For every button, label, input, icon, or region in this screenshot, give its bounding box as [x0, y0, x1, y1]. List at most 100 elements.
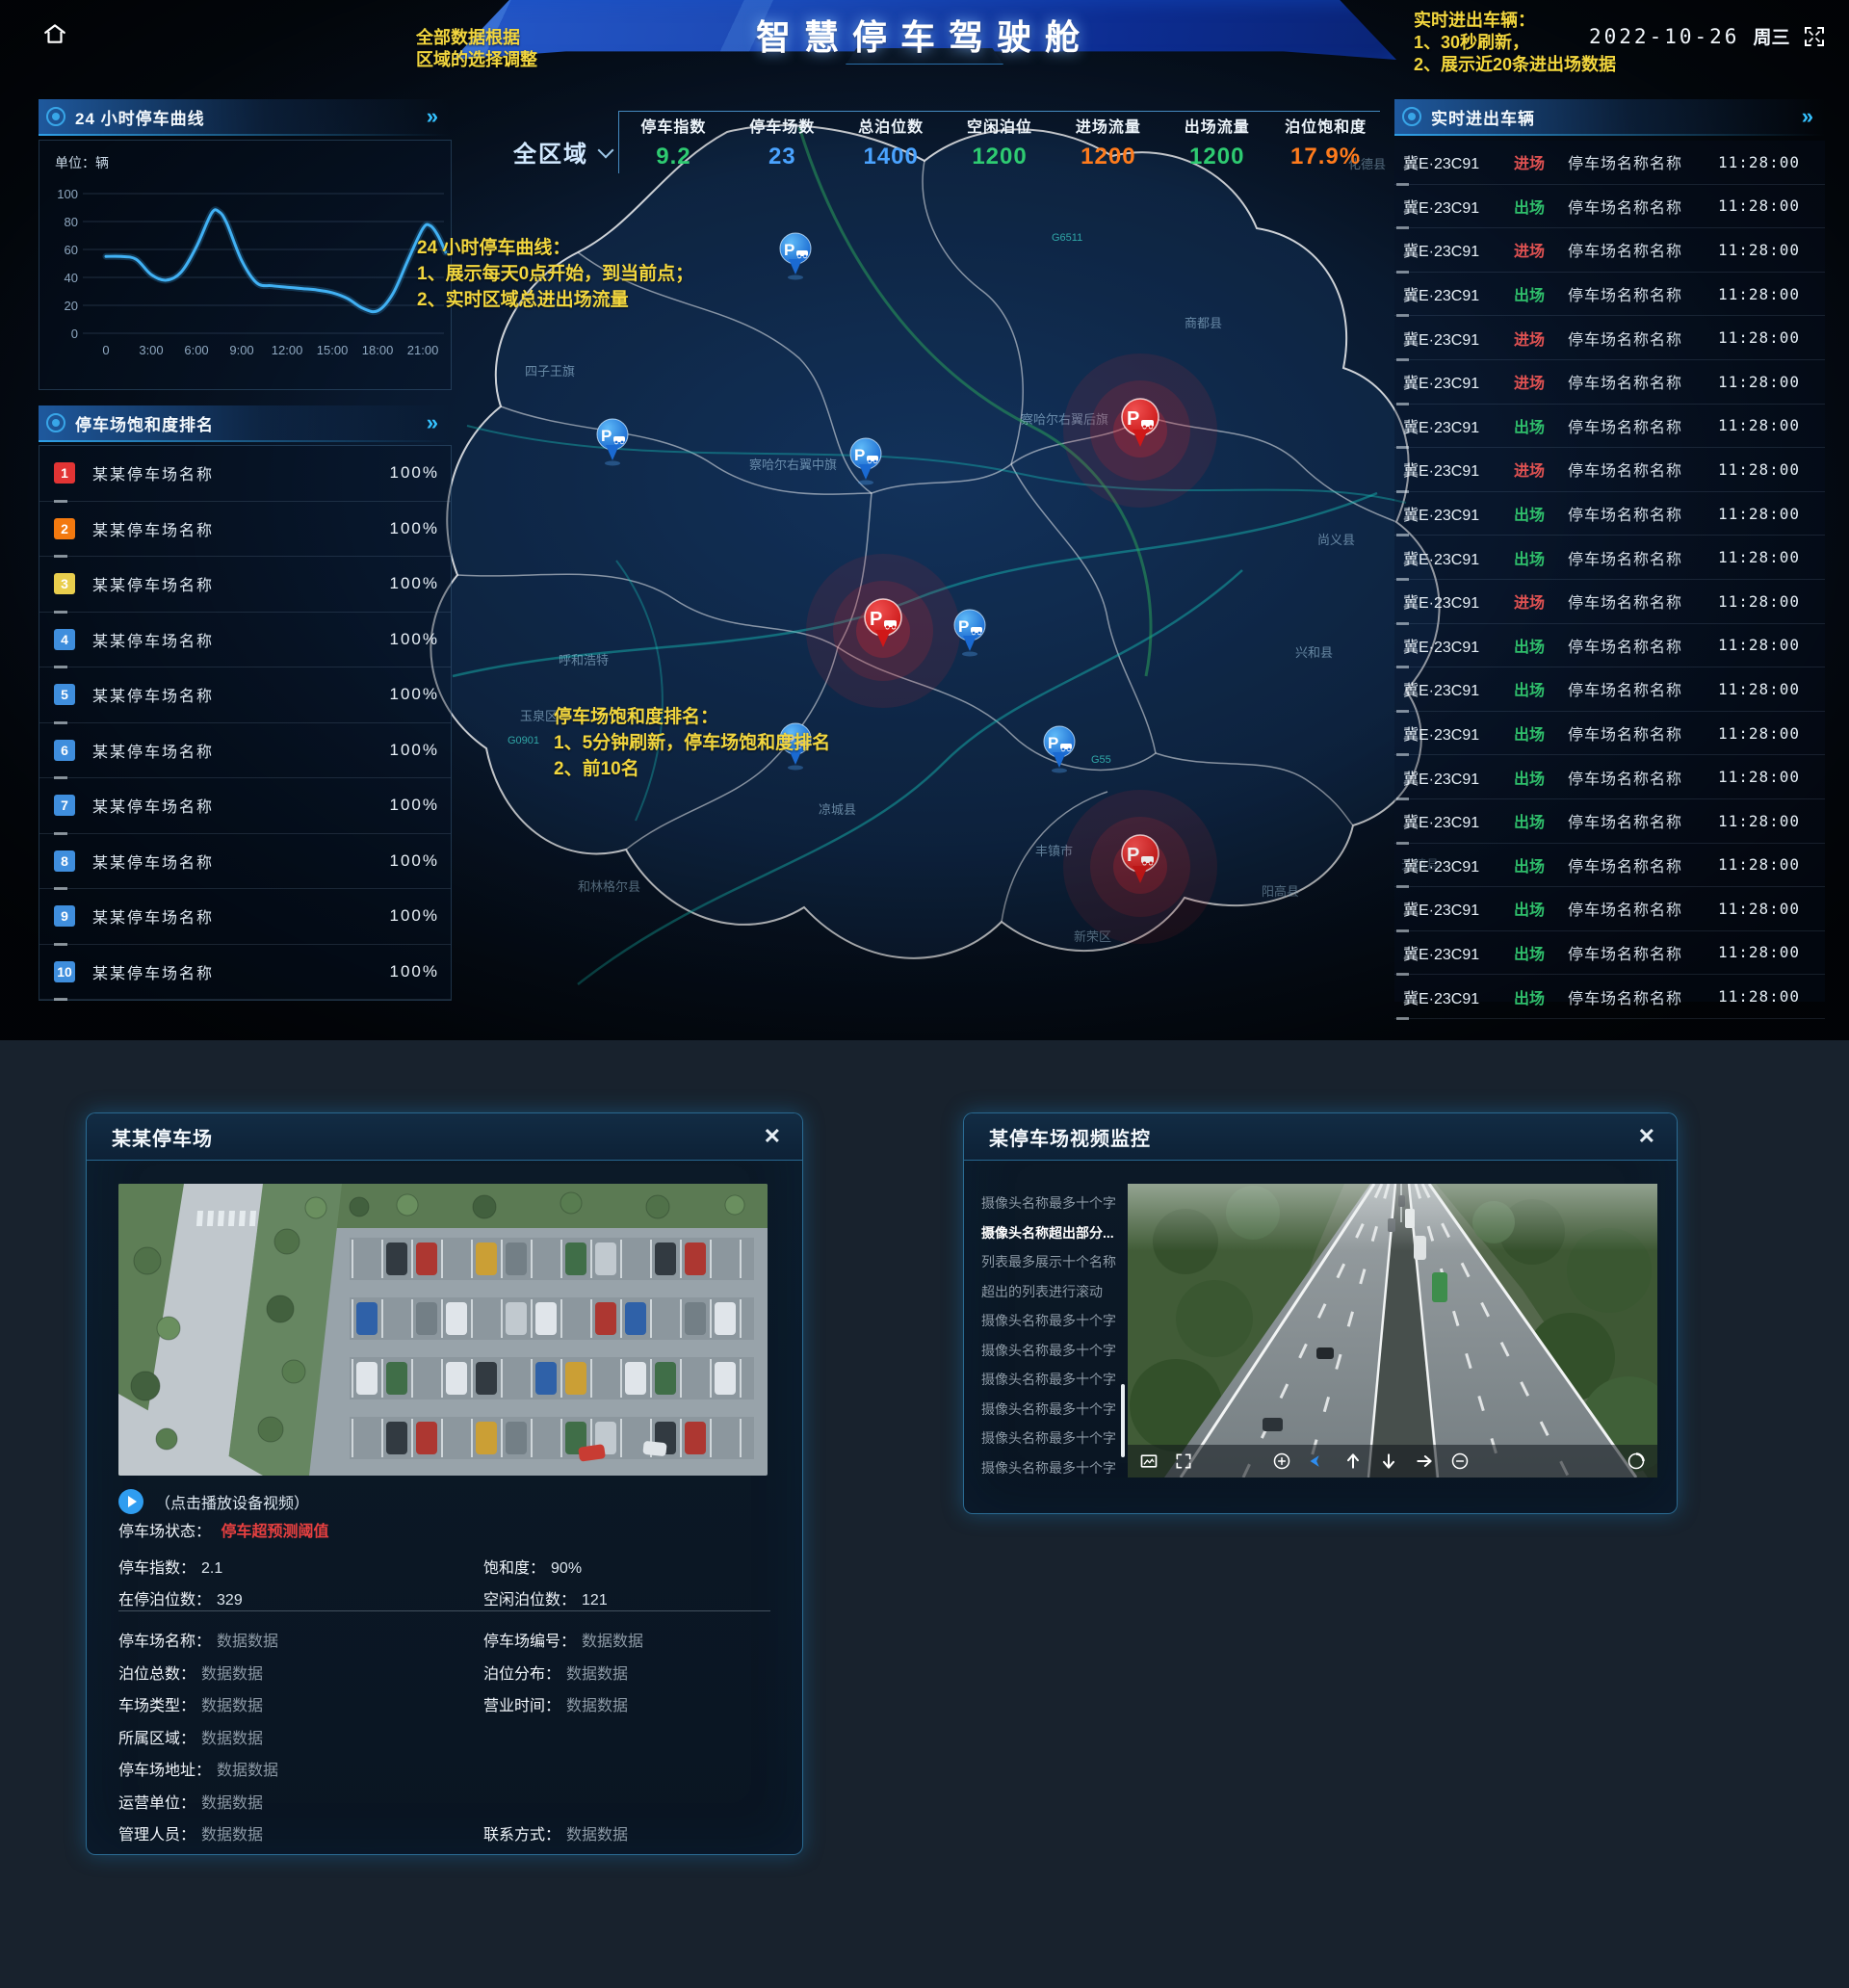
stat-item: 停车指数9.2 — [619, 114, 728, 170]
curve-panel-header: 24 小时停车曲线 — [39, 99, 450, 134]
parking-name: 停车场名称名称 — [1568, 546, 1711, 569]
annotation-realtime: 实时进出车辆：1、30秒刷新，2、展示近20条进出场数据 — [1414, 10, 1616, 76]
alert-pin[interactable] — [1063, 353, 1217, 508]
field-value: 数据数据 — [201, 1731, 263, 1747]
parking-name: 某某停车场名称 — [92, 572, 214, 595]
field-label: 营业时间： — [483, 1698, 560, 1714]
play-icon[interactable] — [118, 1489, 143, 1514]
y-tick-label: 0 — [71, 327, 78, 341]
field-label: 饱和度： — [483, 1560, 545, 1577]
camera-list-item[interactable]: 摄像头名称最多十个字 — [981, 1189, 1123, 1218]
parking-name: 停车场名称名称 — [1568, 282, 1711, 305]
parking-name: 某某停车场名称 — [92, 850, 214, 873]
rank-badge: 9 — [54, 905, 75, 927]
home-icon[interactable] — [42, 21, 67, 46]
camera-list-item[interactable]: 摄像头名称最多十个字 — [981, 1453, 1123, 1483]
realtime-panel-title: 实时进出车辆 — [1431, 105, 1535, 129]
parking-name: 停车场名称名称 — [1568, 458, 1711, 481]
table-row: 冀E·23C91进场停车场名称名称11:28:00 — [1394, 448, 1825, 492]
stat-label: 总泊位数 — [837, 114, 946, 137]
camera-list-item[interactable]: 摄像头名称最多十个字 — [981, 1336, 1123, 1366]
zoom-in-icon[interactable] — [1272, 1452, 1291, 1471]
alert-pin[interactable] — [1063, 790, 1217, 944]
close-icon[interactable]: ✕ — [1638, 1126, 1655, 1147]
saturation-value: 100% — [390, 851, 439, 871]
list-item: 5某某停车场名称100% — [39, 667, 451, 723]
table-row: 冀E·23C91出场停车场名称名称11:28:00 — [1394, 755, 1825, 799]
field-row: 在停泊位数：329空闲泊位数：121 — [87, 1586, 802, 1618]
parking-name: 某某停车场名称 — [92, 739, 214, 762]
field-value: 数据数据 — [201, 1795, 263, 1812]
parking-name: 停车场名称名称 — [1568, 721, 1711, 745]
table-row: 冀E·23C91出场停车场名称名称11:28:00 — [1394, 975, 1825, 1019]
table-row: 冀E·23C91出场停车场名称名称11:28:00 — [1394, 492, 1825, 536]
camera-list: 摄像头名称最多十个字摄像头名称超出部分...列表最多展示十个名称超出的列表进行滚… — [981, 1189, 1123, 1482]
realtime-panel-header: 实时进出车辆 — [1394, 99, 1825, 134]
rank-badge: 10 — [54, 961, 75, 982]
rank-badge: 3 — [54, 573, 75, 594]
rank-badge: 5 — [54, 684, 75, 705]
event-time: 11:28:00 — [1711, 548, 1800, 566]
event-time: 11:28:00 — [1711, 505, 1800, 523]
pan-left-icon[interactable] — [1308, 1452, 1327, 1471]
x-tick-label: 15:00 — [317, 343, 349, 357]
zoom-out-icon[interactable] — [1450, 1452, 1470, 1471]
region-selector-dropdown[interactable]: 全区域 — [513, 135, 612, 169]
plate-number: 冀E·23C91 — [1403, 897, 1514, 920]
camera-list-scrollbar[interactable] — [1121, 1384, 1125, 1457]
direction-badge: 出场 — [1514, 766, 1568, 789]
event-time: 11:28:00 — [1711, 768, 1800, 786]
camera-list-item[interactable]: 摄像头名称最多十个字 — [981, 1306, 1123, 1336]
plate-number: 冀E·23C91 — [1403, 677, 1514, 700]
event-time: 11:28:00 — [1711, 285, 1800, 303]
plate-number: 冀E·23C91 — [1403, 589, 1514, 613]
alert-pin[interactable] — [806, 554, 960, 708]
parking-name: 停车场名称名称 — [1568, 195, 1711, 218]
annotation-line: 2、实时区域总进出场流量 — [417, 287, 693, 313]
camera-list-item[interactable]: 摄像头名称最多十个字 — [981, 1395, 1123, 1425]
plate-number: 冀E·23C91 — [1403, 458, 1514, 481]
ptz-reset-icon[interactable] — [1627, 1452, 1646, 1471]
direction-badge: 进场 — [1514, 238, 1568, 261]
x-tick-label: 3:00 — [139, 343, 163, 357]
parking-name: 停车场名称名称 — [1568, 766, 1711, 789]
parking-name: 某某停车场名称 — [92, 683, 214, 706]
plate-number: 冀E·23C91 — [1403, 150, 1514, 173]
annotation-curve: 24 小时停车曲线：1、展示每天0点开始，到当前点；2、实时区域总进出场流量 — [417, 235, 693, 313]
status-label: 停车场状态： — [118, 1524, 211, 1540]
snapshot-icon[interactable] — [1139, 1452, 1159, 1471]
chevron-down-icon — [598, 142, 614, 158]
camera-list-item[interactable]: 摄像头名称超出部分... — [981, 1218, 1123, 1248]
table-row: 冀E·23C91出场停车场名称名称11:28:00 — [1394, 536, 1825, 580]
camera-list-item[interactable]: 摄像头名称最多十个字 — [981, 1365, 1123, 1395]
table-row: 冀E·23C91出场停车场名称名称11:28:00 — [1394, 712, 1825, 756]
pan-up-icon[interactable] — [1343, 1452, 1363, 1471]
expand-icon[interactable] — [1174, 1452, 1193, 1471]
fullscreen-icon[interactable] — [1803, 25, 1826, 48]
field-label: 停车指数： — [118, 1560, 195, 1577]
field-value: 数据数据 — [217, 1634, 278, 1650]
stat-item: 总泊位数1400 — [837, 114, 946, 170]
field: 泊位分布：数据数据 — [483, 1661, 628, 1684]
direction-badge: 出场 — [1514, 282, 1568, 305]
direction-badge: 出场 — [1514, 414, 1568, 437]
field: 联系方式：数据数据 — [483, 1821, 628, 1844]
collapse-chevron-icon[interactable] — [1802, 106, 1825, 127]
collapse-chevron-icon[interactable] — [427, 106, 450, 127]
field-row: 车场类型：数据数据营业时间：数据数据 — [87, 1692, 802, 1724]
pan-down-icon[interactable] — [1379, 1452, 1398, 1471]
event-time: 11:28:00 — [1711, 373, 1800, 391]
field-value: 数据数据 — [201, 1827, 263, 1844]
field-row: 泊位总数：数据数据泊位分布：数据数据 — [87, 1661, 802, 1692]
pan-right-icon[interactable] — [1415, 1452, 1434, 1471]
annotation-line: 2、前10名 — [554, 756, 830, 782]
event-time: 11:28:00 — [1711, 241, 1800, 259]
field-value: 数据数据 — [566, 1698, 628, 1714]
camera-list-item[interactable]: 摄像头名称最多十个字 — [981, 1424, 1123, 1453]
field-label: 停车场编号： — [483, 1634, 576, 1650]
close-icon[interactable]: ✕ — [764, 1126, 781, 1147]
camera-list-item[interactable]: 超出的列表进行滚动 — [981, 1277, 1123, 1307]
camera-list-item[interactable]: 列表最多展示十个名称 — [981, 1247, 1123, 1277]
field-value: 数据数据 — [217, 1763, 278, 1779]
collapse-chevron-icon[interactable] — [427, 412, 450, 433]
